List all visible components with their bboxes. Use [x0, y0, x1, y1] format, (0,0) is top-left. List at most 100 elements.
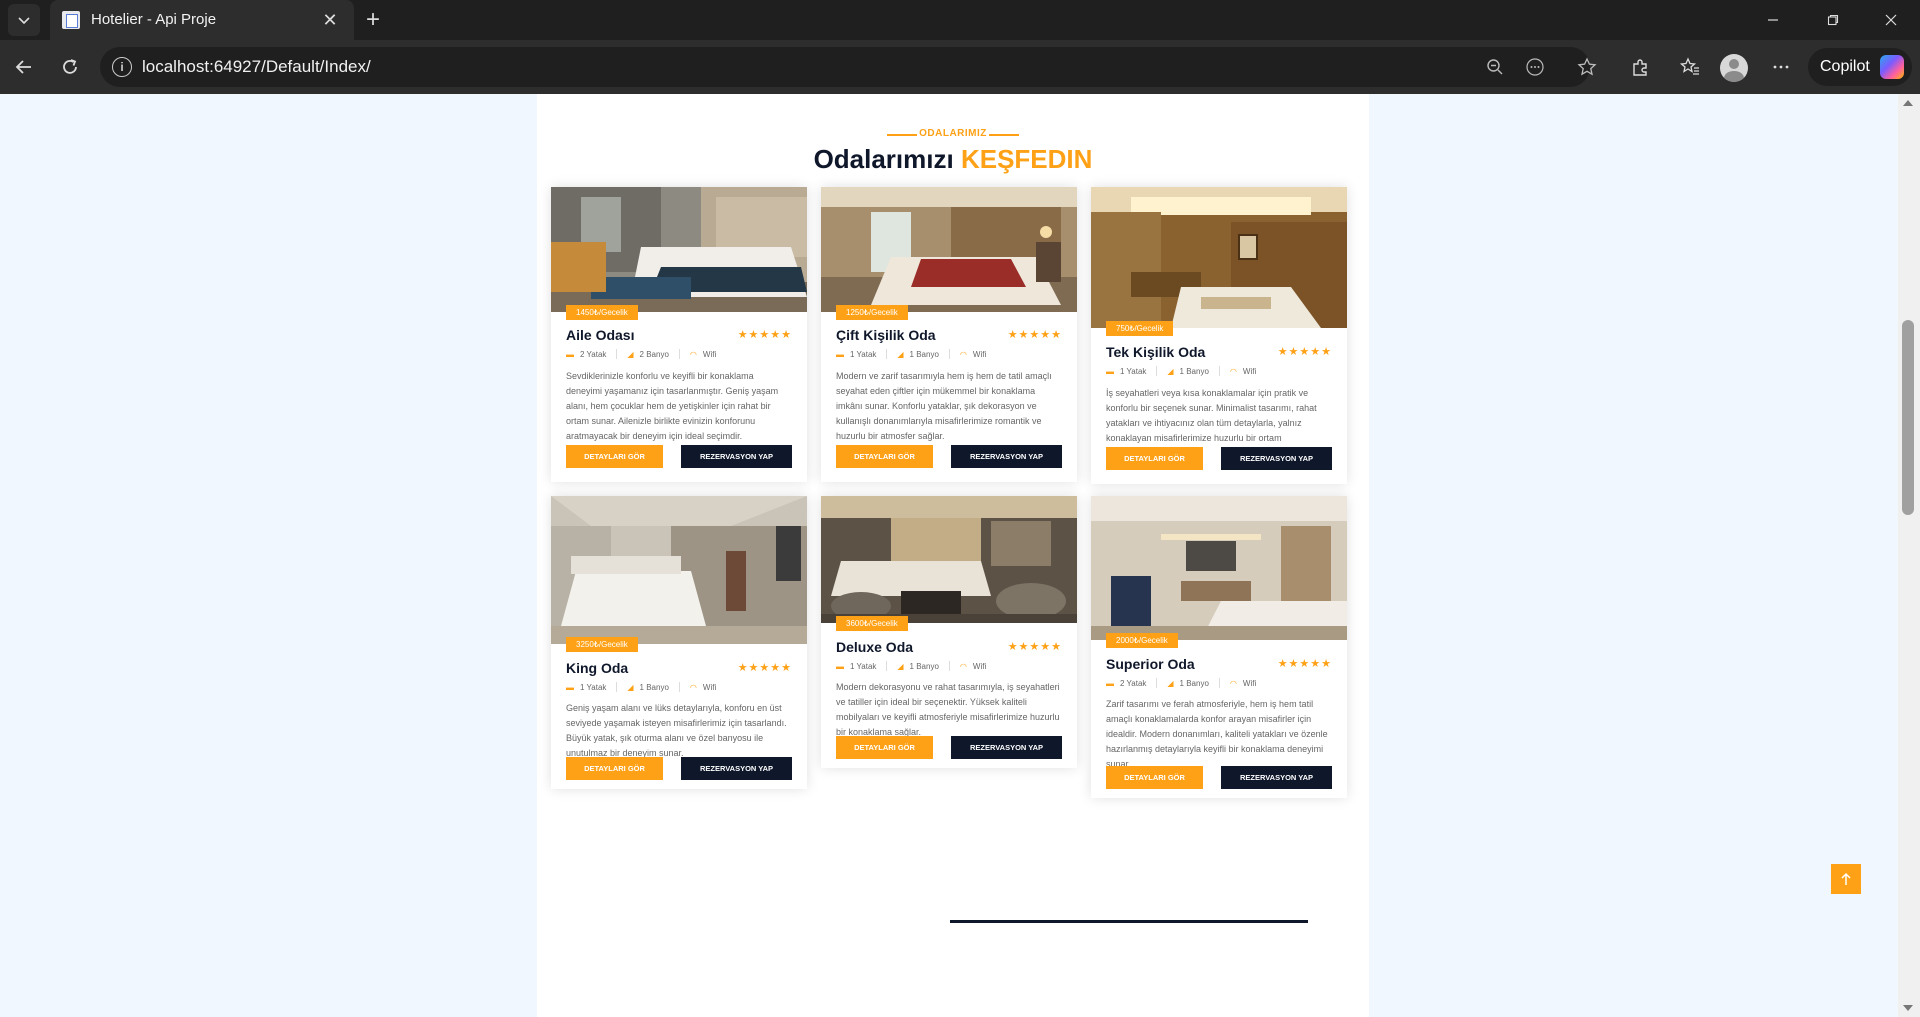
back-to-top-button[interactable]: [1831, 864, 1861, 894]
bath-icon: ◢: [897, 661, 904, 671]
wifi-label: Wifi: [1242, 678, 1257, 688]
settings-more-icon[interactable]: [1765, 51, 1797, 83]
chevron-down-icon: [18, 17, 30, 25]
url-text[interactable]: localhost:64927/Default/Index/: [142, 57, 371, 77]
footer-edge: [950, 920, 1308, 923]
minimize-button[interactable]: [1750, 0, 1796, 40]
back-button[interactable]: [8, 51, 40, 83]
rating-stars: ★★★★★: [1277, 346, 1332, 358]
room-name: King Oda: [566, 660, 629, 676]
rating-stars: ★★★★★: [737, 329, 792, 341]
room-card: 3250₺/Gecelik King Oda ★★★★★ ▬ 1 Yatak ◢ 1…: [551, 496, 807, 789]
page-scrollbar[interactable]: [1898, 94, 1920, 1017]
minimize-icon: [1768, 19, 1778, 21]
bed-icon: ▬: [566, 682, 574, 692]
details-button[interactable]: DETAYLARI GÖR: [836, 736, 933, 759]
zoom-out-icon[interactable]: [1483, 55, 1507, 79]
rating-stars: ★★★★★: [737, 662, 792, 674]
site-info-icon[interactable]: i: [112, 57, 132, 77]
details-button[interactable]: DETAYLARI GÖR: [566, 757, 663, 780]
reserve-button[interactable]: REZERVASYON YAP: [1221, 766, 1332, 789]
room-image: [1091, 496, 1347, 640]
close-window-button[interactable]: [1868, 0, 1914, 40]
reserve-button[interactable]: REZERVASYON YAP: [951, 445, 1062, 468]
bath-icon: ◢: [627, 682, 634, 692]
rating-stars: ★★★★★: [1007, 641, 1062, 653]
wifi-icon: ◠: [689, 349, 697, 359]
close-icon: [1885, 14, 1897, 26]
restore-button[interactable]: [1810, 0, 1856, 40]
room-name: Superior Oda: [1106, 656, 1195, 672]
reserve-button[interactable]: REZERVASYON YAP: [951, 736, 1062, 759]
copilot-label: Copilot: [1820, 58, 1870, 75]
price-badge: 750₺/Gecelik: [1106, 321, 1174, 336]
close-tab-icon[interactable]: ✕: [318, 8, 342, 32]
price-badge: 1250₺/Gecelik: [836, 305, 908, 320]
favorite-star-icon[interactable]: [1575, 55, 1599, 79]
bath-icon: ◢: [897, 349, 904, 359]
reserve-button[interactable]: REZERVASYON YAP: [681, 757, 792, 780]
browser-tab[interactable]: Hotelier - Api Proje ✕: [50, 0, 354, 40]
reload-button[interactable]: [54, 51, 86, 83]
room-features: ▬ 1 Yatak ◢ 1 Banyo ◠ Wifi: [836, 661, 986, 671]
copilot-icon: [1880, 55, 1904, 79]
details-button[interactable]: DETAYLARI GÖR: [1106, 766, 1203, 789]
section-subtitle: ODALARIMIZ: [919, 128, 987, 139]
details-button[interactable]: DETAYLARI GÖR: [836, 445, 933, 468]
address-bar[interactable]: i localhost:64927/Default/Index/: [100, 47, 1597, 87]
profile-avatar[interactable]: [1720, 54, 1748, 82]
bath-count: 1 Banyo: [1179, 678, 1209, 688]
more-options-icon[interactable]: [1523, 55, 1547, 79]
details-button[interactable]: DETAYLARI GÖR: [1106, 447, 1203, 470]
price-badge: 2000₺/Gecelik: [1106, 633, 1178, 648]
room-card: 2000₺/Gecelik Superior Oda ★★★★★ ▬ 2 Yata…: [1091, 496, 1347, 798]
bath-count: 1 Banyo: [909, 349, 939, 359]
page-favicon-icon: [62, 11, 80, 29]
copilot-button[interactable]: Copilot: [1808, 48, 1912, 86]
favorites-icon[interactable]: [1674, 51, 1706, 83]
reload-icon: [63, 59, 77, 74]
reserve-button[interactable]: REZERVASYON YAP: [1221, 447, 1332, 470]
browser-toolbar: i localhost:64927/Default/Index/ Copilot: [0, 40, 1920, 94]
room-card: 1450₺/Gecelik Aile Odası ★★★★★ ▬ 2 Yatak …: [551, 187, 807, 482]
room-image: [821, 187, 1077, 312]
room-features: ▬ 1 Yatak ◢ 1 Banyo ◠ Wifi: [566, 682, 716, 692]
scroll-down-arrow-icon[interactable]: [1903, 1005, 1913, 1011]
rating-stars: ★★★★★: [1007, 329, 1062, 341]
details-button[interactable]: DETAYLARI GÖR: [566, 445, 663, 468]
room-features: ▬ 2 Yatak ◢ 1 Banyo ◠ Wifi: [1106, 678, 1256, 688]
scroll-up-arrow-icon[interactable]: [1903, 100, 1913, 106]
room-card: 3600₺/Gecelik Deluxe Oda ★★★★★ ▬ 1 Yatak …: [821, 496, 1077, 768]
wifi-label: Wifi: [702, 349, 717, 359]
bed-icon: ▬: [566, 349, 574, 359]
room-features: ▬ 1 Yatak ◢ 1 Banyo ◠ Wifi: [1106, 366, 1256, 376]
reserve-button[interactable]: REZERVASYON YAP: [681, 445, 792, 468]
arrow-up-icon: [1841, 872, 1851, 885]
room-description: Zarif tasarımı ve ferah atmosferiyle, he…: [1106, 699, 1328, 769]
room-features: ▬ 1 Yatak ◢ 1 Banyo ◠ Wifi: [836, 349, 986, 359]
rooms-section: ODALARIMIZ Odalarımızı KEŞFEDIN 1450₺/Ge…: [537, 94, 1369, 1017]
bed-icon: ▬: [1106, 366, 1114, 376]
bed-count: 1 Yatak: [1120, 366, 1147, 376]
room-image: [551, 187, 807, 312]
price-badge: 3600₺/Gecelik: [836, 616, 908, 631]
wifi-label: Wifi: [972, 661, 987, 671]
bed-icon: ▬: [836, 661, 844, 671]
wifi-icon: ◠: [1229, 366, 1237, 376]
wifi-icon: ◠: [689, 682, 697, 692]
extensions-icon[interactable]: [1624, 51, 1656, 83]
bed-count: 1 Yatak: [850, 661, 877, 671]
room-description: Geniş yaşam alanı ve lüks detaylarıyla, …: [566, 703, 787, 758]
tab-list-button[interactable]: [8, 4, 40, 36]
new-tab-button[interactable]: +: [357, 4, 389, 36]
room-name: Çift Kişilik Oda: [836, 327, 936, 343]
bed-count: 2 Yatak: [580, 349, 607, 359]
room-description: Modern ve zarif tasarımıyla hem iş hem d…: [836, 371, 1052, 441]
scrollbar-thumb[interactable]: [1902, 320, 1914, 515]
wifi-icon: ◠: [959, 661, 967, 671]
section-title-accent: KEŞFEDIN: [960, 144, 1093, 174]
room-image: [1091, 187, 1347, 328]
room-card: 750₺/Gecelik Tek Kişilik Oda ★★★★★ ▬ 1 Ya…: [1091, 187, 1347, 484]
bath-count: 2 Banyo: [639, 349, 669, 359]
wifi-label: Wifi: [1242, 366, 1257, 376]
